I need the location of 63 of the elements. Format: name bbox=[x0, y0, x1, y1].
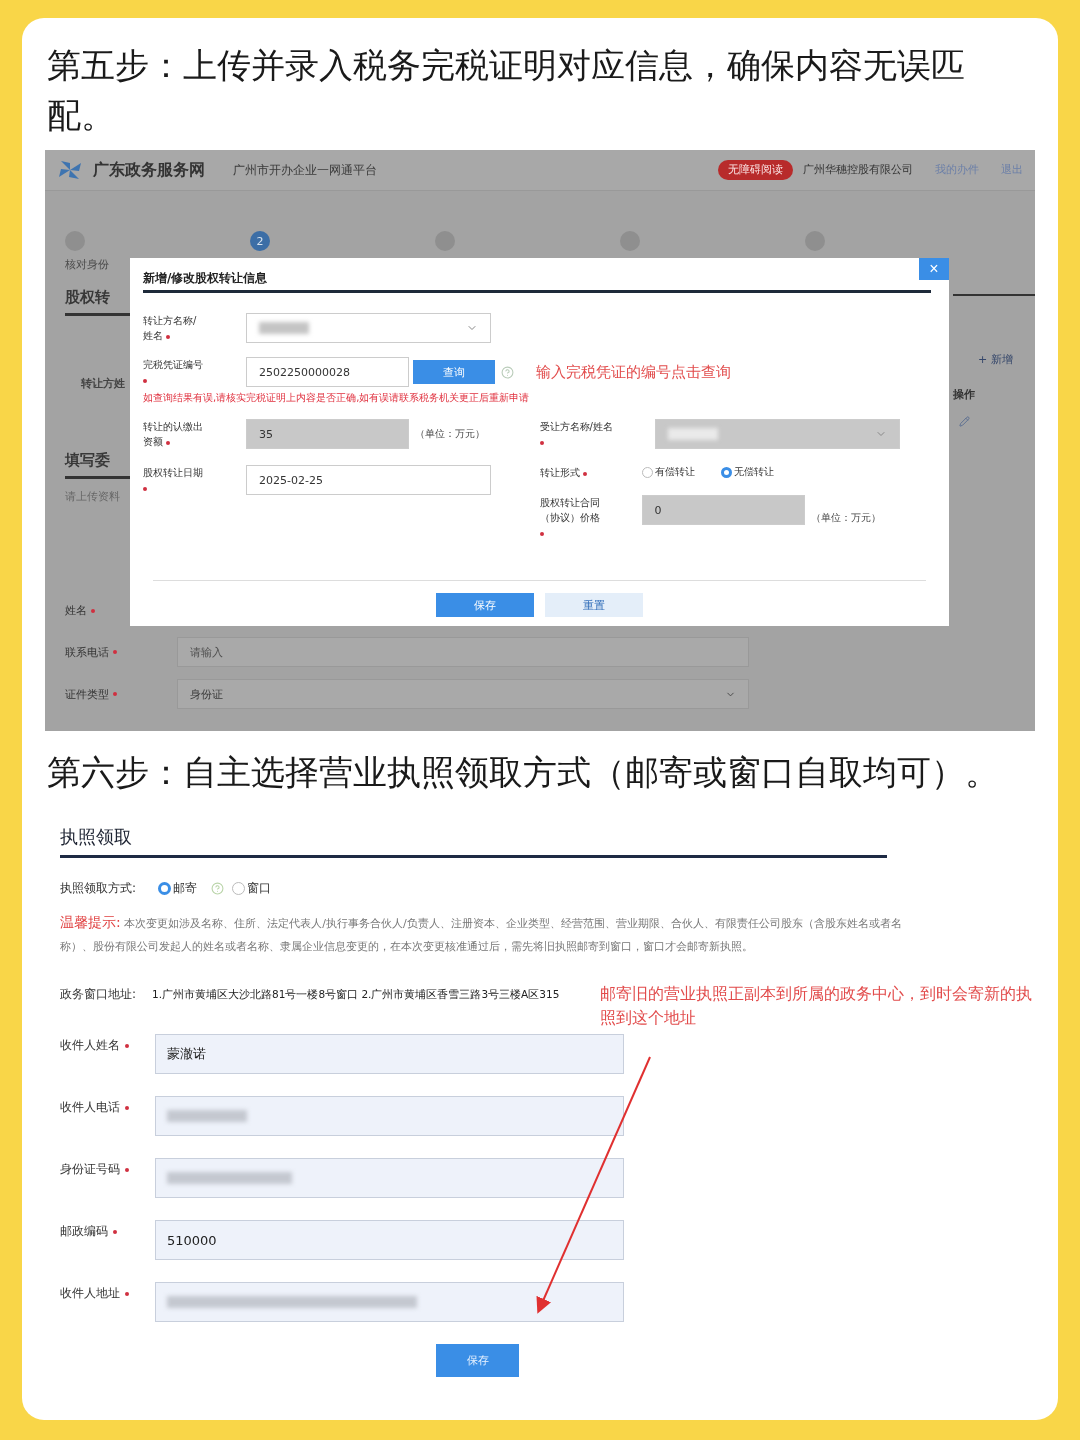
tip-text: 温馨提示: 本次变更如涉及名称、住所、法定代表人/执行事务合伙人/负责人、注册资本、企业类型、经营范围、营业期限、合伙人、有限责任公司股东（含股东姓名或者名称）、股份有限公司发起人的姓名或者名称、隶属企业信息变更的，在本次变更核准通过后，需先将旧执照邮寄到窗口，窗口才会邮寄新执照。 bbox=[60, 913, 903, 955]
field-label: 收件人姓名 bbox=[60, 1034, 155, 1054]
input-field[interactable] bbox=[155, 1158, 624, 1198]
input-field[interactable]: 510000 bbox=[155, 1220, 624, 1260]
close-button[interactable]: × bbox=[919, 258, 949, 280]
step-heading: 第六步：自主选择营业执照领取方式（邮寄或窗口自取均可）。 bbox=[46, 751, 1000, 794]
input-field[interactable]: 2502250000028 bbox=[246, 357, 409, 387]
input-field[interactable] bbox=[155, 1282, 624, 1322]
select-field[interactable] bbox=[246, 313, 491, 343]
field-label: 证件类型 bbox=[65, 686, 177, 702]
unit-text: （单位：万元） bbox=[415, 427, 485, 441]
company-name: 广州华穗控股有限公司 bbox=[803, 163, 913, 177]
query-button[interactable]: 查询 bbox=[413, 360, 495, 384]
dialog-title: 新增/修改股权转让信息 bbox=[143, 270, 931, 293]
radio-option[interactable]: 有偿转让 bbox=[641, 465, 695, 479]
save-button[interactable]: 保存 bbox=[436, 593, 534, 617]
input-field[interactable]: 请输入 bbox=[177, 637, 749, 667]
radio-option[interactable]: 无偿转让 bbox=[720, 465, 774, 479]
field-label: 收件人电话 bbox=[60, 1096, 155, 1116]
field-label: 股权转让合同（协议）价格 bbox=[539, 495, 642, 540]
section-title: 执照领取 bbox=[60, 825, 887, 858]
radio-option[interactable]: 邮寄 bbox=[158, 880, 197, 897]
input-field[interactable]: 蒙澈诺 bbox=[155, 1034, 624, 1074]
radio-option[interactable]: 窗口 bbox=[232, 880, 271, 897]
table-header: 转让方姓 bbox=[80, 376, 125, 391]
error-message: 如查询结果有误,请核实完税证明上内容是否正确,如有误请联系税务机关更正后重新申请 bbox=[143, 391, 531, 405]
step-marker: 2 bbox=[250, 231, 270, 251]
annotation-text: 输入完税凭证的编号点击查询 bbox=[536, 362, 731, 382]
select-field[interactable]: 身份证 bbox=[177, 679, 749, 709]
annotation-text: 邮寄旧的营业执照正副本到所属的政务中心，到时会寄新的执照到这个地址 bbox=[600, 983, 1033, 1029]
field-label: 完税凭证编号 bbox=[143, 357, 246, 387]
field-label: 转让方名称/姓名 bbox=[143, 314, 198, 343]
help-icon[interactable] bbox=[211, 882, 224, 895]
reset-button[interactable]: 重置 bbox=[545, 593, 643, 617]
field-label: 股权转让日期 bbox=[143, 465, 246, 495]
input-field: 0 bbox=[641, 495, 805, 525]
field-label: 转让的认缴出资额 bbox=[143, 420, 204, 449]
step-label: 核对身份 bbox=[65, 257, 109, 272]
save-button[interactable]: 保存 bbox=[436, 1344, 519, 1377]
input-field[interactable] bbox=[155, 1096, 624, 1136]
input-field: 35 bbox=[246, 419, 409, 449]
field-label: 受让方名称/姓名 bbox=[539, 419, 655, 449]
field-label: 身份证号码 bbox=[60, 1158, 155, 1178]
select-field[interactable] bbox=[654, 419, 900, 449]
unit-text: （单位：万元） bbox=[810, 510, 881, 525]
field-label: 政务窗口地址: bbox=[60, 986, 138, 1003]
add-button[interactable]: + 新增 bbox=[953, 352, 1013, 367]
help-icon[interactable] bbox=[501, 365, 514, 379]
field-label: 转让形式 bbox=[539, 464, 642, 480]
field-label: 联系电话 bbox=[65, 644, 177, 660]
step-heading: 第五步：上传并录入税务完税证明对应信息，确保内容无误匹配。 bbox=[46, 44, 966, 137]
field-label: 收件人地址 bbox=[60, 1282, 155, 1302]
field-label: 邮政编码 bbox=[60, 1220, 155, 1240]
field-label: 姓名 bbox=[65, 603, 177, 618]
address-text: 1.广州市黄埔区大沙北路81号一楼8号窗口 2.广州市黄埔区香雪三路3号三楼A区315 bbox=[152, 987, 561, 1002]
pinwheel-logo-icon bbox=[57, 159, 83, 181]
column-header: 操作 bbox=[953, 387, 975, 402]
edit-icon[interactable] bbox=[959, 416, 970, 427]
accessibility-button[interactable]: 无障碍阅读 bbox=[718, 160, 793, 180]
platform-name: 广州市开办企业一网通平台 bbox=[233, 161, 378, 179]
site-name: 广东政务服务网 bbox=[93, 159, 205, 181]
input-field[interactable]: 2025-02-25 bbox=[246, 465, 491, 495]
field-label: 执照领取方式: bbox=[60, 880, 138, 897]
